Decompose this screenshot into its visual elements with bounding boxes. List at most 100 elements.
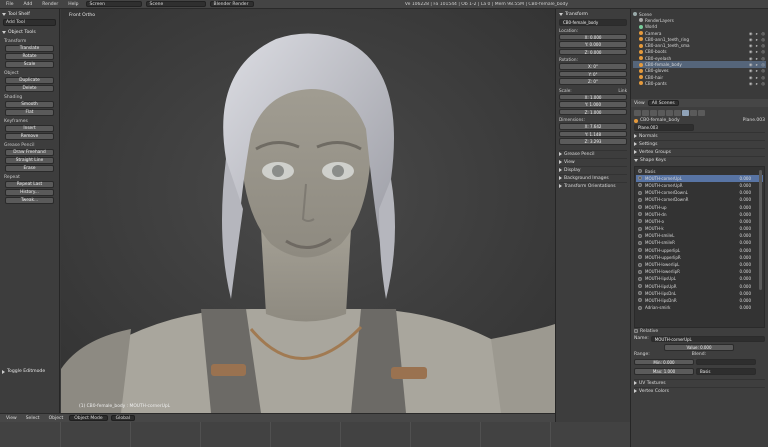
flat-button[interactable]: Flat — [5, 109, 54, 116]
shape-key-item[interactable]: MOUTH-cornerDownR 0.000 — [636, 196, 763, 203]
shape-key-list[interactable]: Basis MOUTH-cornerUpL 0.000 MOUTH-cornerU… — [634, 165, 765, 328]
dimensions-x-field[interactable]: X: 7.642 — [559, 123, 627, 130]
shape-key-item[interactable]: MOUTH-o 0.000 — [636, 218, 763, 225]
shape-key-item[interactable]: MOUTH-cornerDownL 0.000 — [636, 189, 763, 196]
menu-help[interactable]: Help — [65, 2, 81, 7]
scale-z-field[interactable]: Z: 1.000 — [559, 108, 627, 115]
shape-key-item[interactable]: MOUTH-lowerlipL 0.000 — [636, 261, 763, 268]
scale-x-field[interactable]: X: 1.000 — [559, 93, 627, 100]
settings-panel[interactable]: Settings — [634, 139, 765, 148]
scene-selector[interactable]: Scene — [145, 1, 206, 7]
scale-button[interactable]: Scale — [5, 61, 54, 68]
translate-button[interactable]: Translate — [5, 45, 54, 52]
material-tab-icon[interactable] — [690, 110, 697, 116]
visibility-icons[interactable]: ◉ ▸ ◎ — [749, 75, 766, 80]
3d-viewport[interactable]: Front Ortho (1) CB0-female_body : MOUTH-… — [61, 9, 555, 413]
vertex-colors-panel[interactable]: Vertex Colors — [634, 386, 765, 395]
rotate-button[interactable]: Rotate — [5, 53, 54, 60]
modifiers-tab-icon[interactable] — [674, 110, 681, 116]
duplicate-button[interactable]: Duplicate — [5, 77, 54, 84]
relative-key-field[interactable]: Basis — [696, 368, 756, 375]
view-menu[interactable]: View — [3, 416, 20, 421]
transform-orientation-selector[interactable]: Global — [110, 415, 135, 421]
scale-link-toggle[interactable]: Link — [618, 88, 627, 93]
shape-key-item[interactable]: Adrian-smirk 0.000 — [636, 304, 763, 311]
menu-file[interactable]: File — [3, 2, 17, 7]
relative-checkbox[interactable] — [634, 329, 638, 333]
world-tab-icon[interactable] — [650, 110, 657, 116]
rotation-y-field[interactable]: Y: 0° — [559, 70, 627, 77]
insert-keyframe-button[interactable]: Insert — [5, 125, 54, 132]
remove-keyframe-button[interactable]: Remove — [5, 133, 54, 140]
visibility-icons[interactable]: ◉ ▸ ◎ — [749, 31, 766, 36]
draw-freehand-button[interactable]: Draw Freehand — [5, 149, 54, 156]
shape-key-item[interactable]: MOUTH-lipsDnR 0.000 — [636, 297, 763, 304]
display-panel[interactable]: Display — [559, 165, 627, 174]
shape-key-item-selected[interactable]: MOUTH-cornerUpL 0.000 — [636, 174, 763, 182]
interaction-mode-selector[interactable]: Object Mode — [69, 415, 108, 421]
visibility-icons[interactable]: ◉ ▸ ◎ — [749, 37, 766, 42]
render-engine-selector[interactable]: Blender Render — [209, 1, 254, 7]
add-tool-dropdown[interactable]: Add Tool — [3, 19, 56, 26]
object-tools-header[interactable]: Object Tools — [2, 29, 57, 36]
object-menu[interactable]: Object — [46, 416, 67, 421]
visibility-icons[interactable]: ◉ ▸ ◎ — [749, 62, 766, 67]
shape-key-item[interactable]: MOUTH-lipsUpL 0.000 — [636, 275, 763, 282]
shape-key-name-field[interactable]: MOUTH-cornerUpL — [650, 335, 765, 342]
visibility-icons[interactable]: ◉ ▸ ◎ — [749, 56, 766, 61]
dimensions-y-field[interactable]: Y: 1.148 — [559, 130, 627, 137]
vertex-groups-panel[interactable]: Vertex Groups — [634, 147, 765, 156]
mesh-datablock-field[interactable]: Plane.003 — [634, 124, 694, 131]
shape-key-value[interactable]: 0.000 — [740, 305, 763, 310]
shape-key-item[interactable]: MOUTH-upperlipR 0.000 — [636, 254, 763, 261]
object-tab-icon[interactable] — [658, 110, 665, 116]
erase-button[interactable]: Erase — [5, 165, 54, 172]
shape-key-item[interactable]: Basis — [636, 168, 763, 175]
mesh-data-tab-icon[interactable] — [682, 110, 689, 116]
shape-key-item[interactable]: MOUTH-lipsUpR 0.000 — [636, 283, 763, 290]
shape-key-item[interactable]: MOUTH-smileL 0.000 — [636, 232, 763, 239]
delete-button[interactable]: Delete — [5, 85, 54, 92]
outliner-display-mode[interactable]: All Scenes — [647, 100, 679, 106]
menu-add[interactable]: Add — [21, 2, 36, 7]
transform-panel-header[interactable]: Transform — [559, 11, 627, 18]
scale-y-field[interactable]: Y: 1.000 — [559, 101, 627, 108]
render-tab-icon[interactable] — [634, 110, 641, 116]
rotation-x-field[interactable]: X: 0° — [559, 63, 627, 70]
grease-pencil-panel[interactable]: Grease Pencil — [559, 149, 627, 158]
shape-key-scrollbar[interactable] — [759, 169, 762, 290]
smooth-button[interactable]: Smooth — [5, 101, 54, 108]
normals-panel[interactable]: Normals — [634, 131, 765, 140]
visibility-icons[interactable]: ◉ ▸ ◎ — [749, 43, 766, 48]
straight-line-button[interactable]: Straight Line — [5, 157, 54, 164]
menu-render[interactable]: Render — [39, 2, 61, 7]
dimensions-z-field[interactable]: Z: 3.293 — [559, 138, 627, 145]
shape-keys-panel-header[interactable]: Shape Keys — [634, 155, 765, 164]
shape-key-item[interactable]: MOUTH-lowerlipR 0.000 — [636, 268, 763, 275]
constraints-tab-icon[interactable] — [666, 110, 673, 116]
shape-key-item[interactable]: MOUTH-k 0.000 — [636, 225, 763, 232]
texture-tab-icon[interactable] — [698, 110, 705, 116]
view-panel[interactable]: View — [559, 157, 627, 166]
shape-key-item[interactable]: MOUTH-lipsDnL 0.000 — [636, 290, 763, 297]
shape-key-value-slider[interactable]: Value: 0.000 — [664, 344, 734, 351]
shape-key-item[interactable]: MOUTH-up 0.000 — [636, 203, 763, 210]
toggle-editmode-panel[interactable]: Toggle Editmode — [2, 368, 45, 375]
location-z-field[interactable]: Z: 0.000 — [559, 48, 627, 55]
outliner-view-menu[interactable]: View — [634, 101, 645, 106]
shape-key-item[interactable]: MOUTH-dn 0.000 — [636, 211, 763, 218]
shape-key-item[interactable]: MOUTH-upperlipL 0.000 — [636, 247, 763, 254]
screen-selector[interactable]: Screen — [85, 1, 142, 7]
object-name-field[interactable]: CB0-female_body — [559, 19, 627, 26]
shape-key-value[interactable]: 0.000 — [740, 298, 763, 303]
location-x-field[interactable]: X: 0.000 — [559, 33, 627, 40]
history-button[interactable]: History... — [5, 189, 54, 196]
rotation-z-field[interactable]: Z: 0° — [559, 78, 627, 85]
shape-key-item[interactable]: MOUTH-smileR 0.000 — [636, 239, 763, 246]
visibility-icons[interactable]: ◉ ▸ ◎ — [749, 81, 766, 86]
select-menu[interactable]: Select — [23, 416, 43, 421]
uv-textures-panel[interactable]: UV Textures — [634, 378, 765, 387]
location-y-field[interactable]: Y: 0.000 — [559, 41, 627, 48]
vertex-group-field[interactable] — [696, 358, 756, 365]
slider-max-field[interactable]: Max: 1.000 — [634, 368, 694, 375]
